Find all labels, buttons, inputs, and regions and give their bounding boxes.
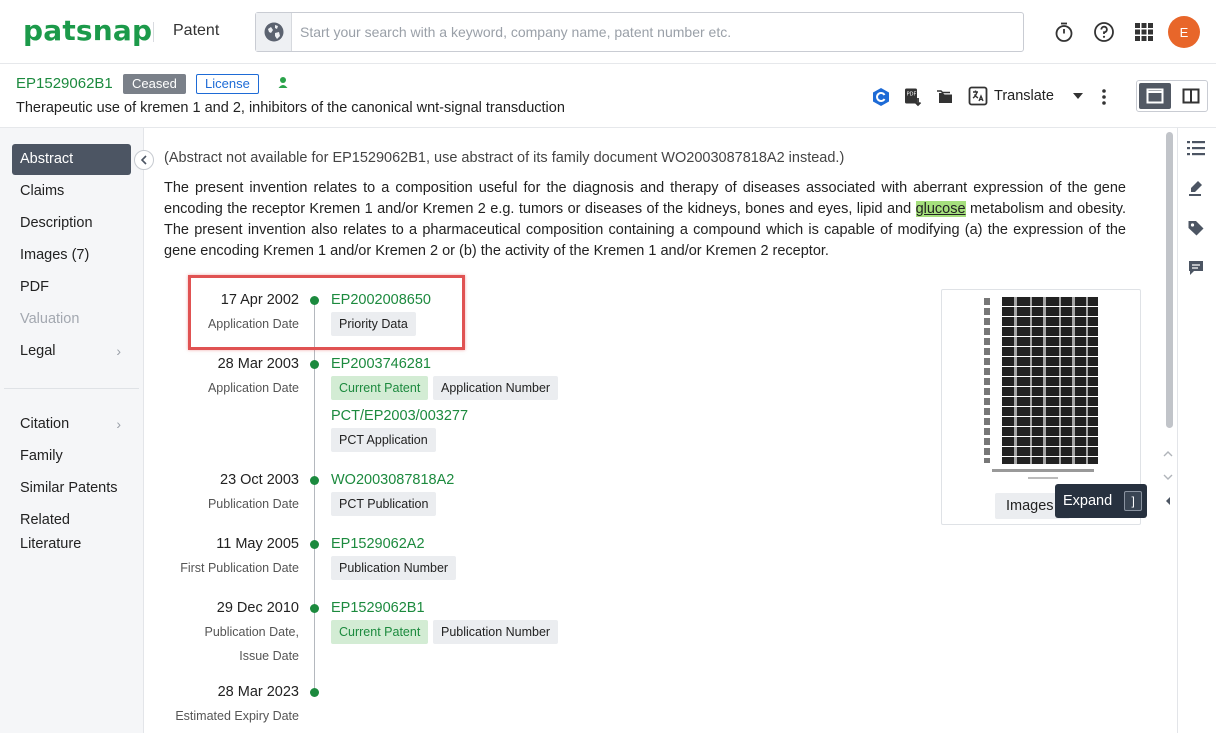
- person-icon[interactable]: [278, 76, 288, 95]
- sidebar-item-pdf[interactable]: PDF: [12, 272, 131, 303]
- apps-grid-icon[interactable]: [1132, 20, 1156, 44]
- tooltip-label: Expand: [1063, 493, 1112, 509]
- timeline-tag: Publication Number: [433, 620, 558, 644]
- caret-down-icon: [1072, 92, 1084, 100]
- collapse-sidebar-icon[interactable]: [134, 150, 154, 170]
- single-view-icon[interactable]: [1139, 83, 1171, 109]
- timeline-tag: Publication Number: [331, 556, 456, 580]
- help-icon[interactable]: [1092, 20, 1116, 44]
- list-icon[interactable]: [1186, 138, 1206, 158]
- top-bar: patsnap Patent E: [0, 0, 1216, 64]
- sidebar-item-literature[interactable]: Literature: [12, 529, 131, 560]
- timeline-patent-link[interactable]: EP2003746281: [331, 356, 431, 372]
- sidebar: Abstract Claims Description Images (7) P…: [0, 128, 144, 733]
- shortcut-key: ]: [1124, 491, 1142, 511]
- chevron-right-icon: ›: [116, 336, 121, 367]
- timeline-patent-link[interactable]: EP1529062B1: [331, 600, 425, 616]
- more-vertical-icon[interactable]: [1093, 86, 1115, 108]
- globe-icon[interactable]: [256, 13, 292, 51]
- timeline-date-type: Estimated Expiry Date: [175, 709, 299, 723]
- translate-icon: [968, 86, 988, 106]
- status-badge: Ceased: [123, 74, 186, 94]
- timeline-tag: Application Number: [433, 376, 558, 400]
- timeline-dot: [310, 604, 319, 613]
- sidebar-item-abstract[interactable]: Abstract: [12, 144, 131, 175]
- timeline-patent-link[interactable]: WO2003087818A2: [331, 472, 454, 488]
- timeline-date-type: Publication Date: [208, 497, 299, 511]
- timeline-patent-link[interactable]: PCT/EP2003/003277: [331, 408, 468, 424]
- highlighted-term[interactable]: glucose: [916, 201, 966, 217]
- sidebar-item-description[interactable]: Description: [12, 208, 131, 239]
- timeline-dot: [310, 540, 319, 549]
- sidebar-item-label: Citation: [20, 416, 69, 432]
- timeline-date-type: Issue Date: [239, 649, 299, 663]
- timeline-date: 11 May 2005: [216, 536, 299, 552]
- patsnap-logo[interactable]: patsnap: [23, 14, 152, 47]
- sidebar-item-similar-patents[interactable]: Similar Patents: [12, 473, 131, 504]
- sidebar-item-claims[interactable]: Claims: [12, 176, 131, 207]
- timeline-date-type: Publication Date,: [204, 625, 299, 639]
- patent-title: Therapeutic use of kremen 1 and 2, inhib…: [16, 100, 565, 116]
- main-content: (Abstract not available for EP1529062B1,…: [145, 128, 1161, 733]
- sidebar-item-images[interactable]: Images (7): [12, 240, 131, 271]
- abstract-text: The present invention relates to a compo…: [164, 178, 1126, 262]
- patent-drawing-thumbnail[interactable]: [982, 295, 1104, 485]
- timeline-dot: [310, 688, 319, 697]
- split-view-icon[interactable]: [1175, 83, 1207, 109]
- abstract-note: (Abstract not available for EP1529062B1,…: [164, 150, 844, 166]
- timeline-tag: Current Patent: [331, 620, 428, 644]
- svg-text:PDF: PDF: [907, 92, 917, 98]
- expand-rail-icon[interactable]: [1160, 490, 1176, 512]
- license-badge[interactable]: License: [196, 74, 259, 94]
- timer-icon[interactable]: [1052, 20, 1076, 44]
- pdf-download-icon[interactable]: PDF: [902, 86, 924, 108]
- highlighter-icon[interactable]: [1186, 178, 1206, 198]
- timeline-date: 23 Oct 2003: [220, 472, 299, 488]
- chevron-right-icon: ›: [116, 409, 121, 440]
- tag-icon[interactable]: [1186, 218, 1206, 238]
- highlight-box: [188, 275, 465, 350]
- patent-number[interactable]: EP1529062B1: [16, 75, 113, 92]
- timeline-date: 28 Mar 2023: [218, 684, 299, 700]
- expand-tooltip: Expand ]: [1055, 484, 1147, 518]
- scrollbar-thumb[interactable]: [1166, 132, 1173, 428]
- timeline-patent-link[interactable]: EP1529062A2: [331, 536, 425, 552]
- timeline-date-type: Application Date: [208, 381, 299, 395]
- folder-icon[interactable]: [934, 86, 956, 108]
- timeline-date: 29 Dec 2010: [217, 600, 299, 616]
- translate-label: Translate: [994, 88, 1054, 104]
- sidebar-item-label: Legal: [20, 343, 55, 359]
- translate-button[interactable]: Translate: [968, 84, 1084, 108]
- search-input[interactable]: [300, 22, 1000, 42]
- timeline-tag: Current Patent: [331, 376, 428, 400]
- timeline-tag: PCT Application: [331, 428, 436, 452]
- timeline-dot: [310, 476, 319, 485]
- sidebar-item-citation[interactable]: Citation ›: [12, 409, 131, 440]
- product-name[interactable]: Patent: [173, 22, 219, 40]
- sidebar-item-legal[interactable]: Legal ›: [12, 336, 131, 367]
- divider: [153, 22, 154, 42]
- sidebar-item-family[interactable]: Family: [12, 441, 131, 472]
- view-toggle: [1136, 80, 1208, 112]
- timeline-date: 28 Mar 2003: [218, 356, 299, 372]
- divider: [4, 388, 139, 389]
- patent-header: EP1529062B1 Ceased License Therapeutic u…: [0, 64, 1216, 128]
- search-bar[interactable]: [255, 12, 1024, 52]
- scroll-down-icon[interactable]: [1160, 468, 1176, 486]
- timeline-tag: PCT Publication: [331, 492, 436, 516]
- comment-icon[interactable]: [1186, 258, 1206, 278]
- user-avatar[interactable]: E: [1168, 16, 1200, 48]
- ai-assistant-icon[interactable]: [870, 86, 892, 108]
- timeline-dot: [310, 360, 319, 369]
- timeline-date-type: First Publication Date: [180, 561, 299, 575]
- scroll-up-icon[interactable]: [1160, 445, 1176, 463]
- sidebar-item-valuation: Valuation: [12, 304, 131, 335]
